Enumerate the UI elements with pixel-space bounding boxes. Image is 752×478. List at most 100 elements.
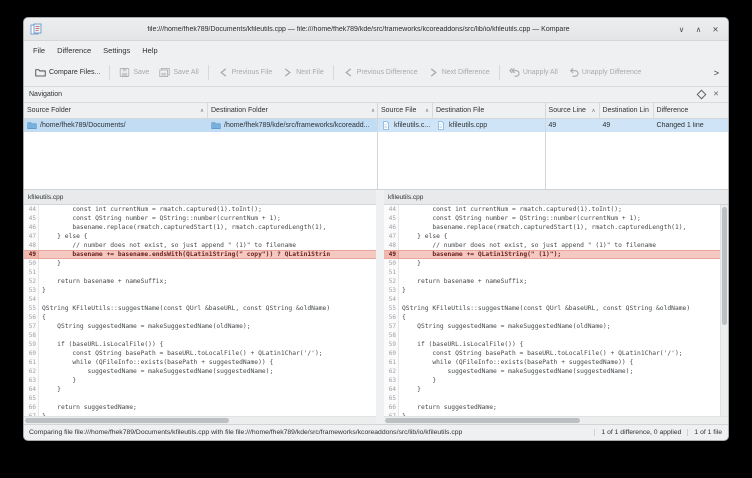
maximize-button[interactable]: ∧ — [692, 25, 705, 34]
code-line-left-66: 66 return suggestedName; — [24, 403, 376, 412]
nav-row-folders[interactable]: /home/fhek789/Documents//home/fhek789/kd… — [24, 119, 377, 132]
next-difference-button: Next Difference — [423, 64, 495, 81]
line-number: 49 — [24, 251, 39, 258]
code-line-right-63: 63 } — [384, 376, 720, 385]
code-line-left-55: 55QString KFileUtils::suggestName(const … — [24, 304, 376, 313]
nav-panel-files: Source File∧Destination Filekfileutils.c… — [378, 103, 546, 189]
code-line-right-64: 64 } — [384, 385, 720, 394]
previous-difference-button: Previous Difference — [338, 64, 423, 81]
line-number: 53 — [384, 286, 399, 295]
compare-files-button[interactable]: Compare Files... — [30, 64, 105, 81]
vscroll-thumb[interactable] — [722, 207, 727, 325]
code-line-right-52: 52 return basename + nameSuffix; — [384, 277, 720, 286]
line-number: 60 — [24, 349, 39, 358]
column-header-difference[interactable]: Difference — [654, 103, 728, 118]
dock-close-icon[interactable]: ✕ — [713, 91, 719, 98]
line-number: 64 — [24, 385, 39, 394]
navigation-dock-header: Navigation ✕ — [24, 87, 728, 103]
line-number: 46 — [24, 223, 39, 232]
kompare-app-icon — [30, 23, 42, 35]
nav-row-lines[interactable]: 4949Changed 1 line — [546, 119, 728, 132]
code-line-right-50: 50 } — [384, 259, 720, 268]
source-code-view[interactable]: 44 const int currentNum = rmatch.capture… — [24, 205, 376, 416]
code-line-left-60: 60 const QString basePath = baseURL.toLo… — [24, 349, 376, 358]
column-header-destination-folder[interactable]: Destination Folder∧ — [208, 103, 378, 118]
menu-settings[interactable]: Settings — [97, 44, 136, 57]
dock-float-icon[interactable] — [697, 90, 707, 100]
code-line-left-48: 48 // number does not exist, so just app… — [24, 241, 376, 250]
code-line-right-62: 62 suggestedName = makeSuggestedName(sug… — [384, 367, 720, 376]
diff-pane-left: kfileutils.cpp 44 const int currentNum =… — [24, 190, 376, 424]
code-line-right-45: 45 const QString number = QString::numbe… — [384, 214, 720, 223]
folder-open-icon — [35, 67, 46, 78]
close-button[interactable]: ✕ — [709, 25, 722, 34]
undo-icon — [568, 67, 579, 78]
status-differences: 1 of 1 difference, 0 applied — [594, 429, 687, 436]
line-number: 45 — [384, 214, 399, 223]
code-line-right-47: 47 } else { — [384, 232, 720, 241]
line-number: 66 — [384, 403, 399, 412]
line-number: 62 — [24, 367, 39, 376]
line-number: 65 — [24, 394, 39, 403]
save-icon — [119, 67, 130, 78]
save-all-label: Save All — [173, 69, 198, 76]
code-line-right-53: 53} — [384, 286, 720, 295]
toolbar-overflow-button[interactable]: > — [711, 68, 722, 78]
line-number: 45 — [24, 214, 39, 223]
hscroll-thumb-left[interactable] — [25, 418, 229, 423]
line-number: 57 — [24, 322, 39, 331]
toolbar: Compare Files...SaveSave AllPrevious Fil… — [24, 59, 728, 87]
code-line-left-65: 65 — [24, 394, 376, 403]
folder-icon — [27, 121, 37, 130]
code-line-right-44: 44 const int currentNum = rmatch.capture… — [384, 205, 720, 214]
code-line-left-64: 64 } — [24, 385, 376, 394]
sort-indicator-icon: ∧ — [200, 108, 204, 114]
hscroll-thumb-right[interactable] — [385, 418, 580, 423]
navigation-view: Source Folder∧Destination Folder∧/home/f… — [24, 103, 728, 190]
line-number: 64 — [384, 385, 399, 394]
column-header-destination-file[interactable]: Destination File — [433, 103, 546, 118]
code-line-right-56: 56{ — [384, 313, 720, 322]
line-number: 47 — [384, 232, 399, 241]
horizontal-scrollbar-left[interactable] — [24, 416, 376, 424]
code-line-left-59: 59 if (baseURL.isLocalFile()) { — [24, 340, 376, 349]
save-label: Save — [133, 69, 149, 76]
code-line-right-54: 54 — [384, 295, 720, 304]
nav-header-files: Source File∧Destination File — [378, 103, 545, 119]
menu-difference[interactable]: Difference — [51, 44, 97, 57]
destination-file-tab[interactable]: kfileutils.cpp — [384, 190, 728, 205]
diff-pane-right: kfileutils.cpp 44 const int currentNum =… — [384, 190, 728, 424]
line-number: 57 — [384, 322, 399, 331]
column-header-destination-lin[interactable]: Destination Lin — [600, 103, 654, 118]
unapply-difference-label: Unapply Difference — [582, 69, 641, 76]
column-header-source-folder[interactable]: Source Folder∧ — [24, 103, 208, 118]
line-number: 44 — [24, 205, 39, 214]
line-number: 66 — [24, 403, 39, 412]
code-line-right-60: 60 const QString basePath = baseURL.toLo… — [384, 349, 720, 358]
source-file-tab[interactable]: kfileutils.cpp — [24, 190, 376, 205]
menu-file[interactable]: File — [27, 44, 51, 57]
column-header-source-line[interactable]: Source Line∧ — [546, 103, 600, 118]
horizontal-scrollbar-right[interactable] — [384, 416, 720, 424]
code-line-left-49[interactable]: 49 basename += basename.endsWith(QLatin1… — [24, 250, 376, 259]
line-number: 55 — [384, 304, 399, 313]
unapply-all-button: Unapply All — [504, 64, 563, 81]
code-line-right-49[interactable]: 49 basename += QLatin1String(" (1)"); — [384, 250, 720, 259]
line-number: 51 — [384, 268, 399, 277]
toolbar-buttons: Compare Files...SaveSave AllPrevious Fil… — [30, 64, 711, 81]
destination-code-view[interactable]: 44 const int currentNum = rmatch.capture… — [384, 205, 728, 416]
navigation-dock-title: Navigation — [29, 91, 62, 98]
unapply-all-label: Unapply All — [523, 69, 558, 76]
title-bar[interactable]: file:///home/fhek789/Documents/kfileutil… — [24, 18, 728, 41]
column-header-source-file[interactable]: Source File∧ — [378, 103, 433, 118]
code-line-right-58: 58 — [384, 331, 720, 340]
minimize-button[interactable]: ∨ — [675, 25, 688, 34]
vertical-scrollbar[interactable] — [720, 205, 728, 416]
code-line-left-50: 50 } — [24, 259, 376, 268]
line-number: 46 — [384, 223, 399, 232]
pane-splitter[interactable] — [376, 190, 384, 424]
menu-help[interactable]: Help — [136, 44, 163, 57]
code-line-right-61: 61 while (QFileInfo::exists(basePath + s… — [384, 358, 720, 367]
undo-all-icon — [509, 67, 520, 78]
nav-row-files[interactable]: kfileutils.c...kfileutils.cpp — [378, 119, 545, 132]
